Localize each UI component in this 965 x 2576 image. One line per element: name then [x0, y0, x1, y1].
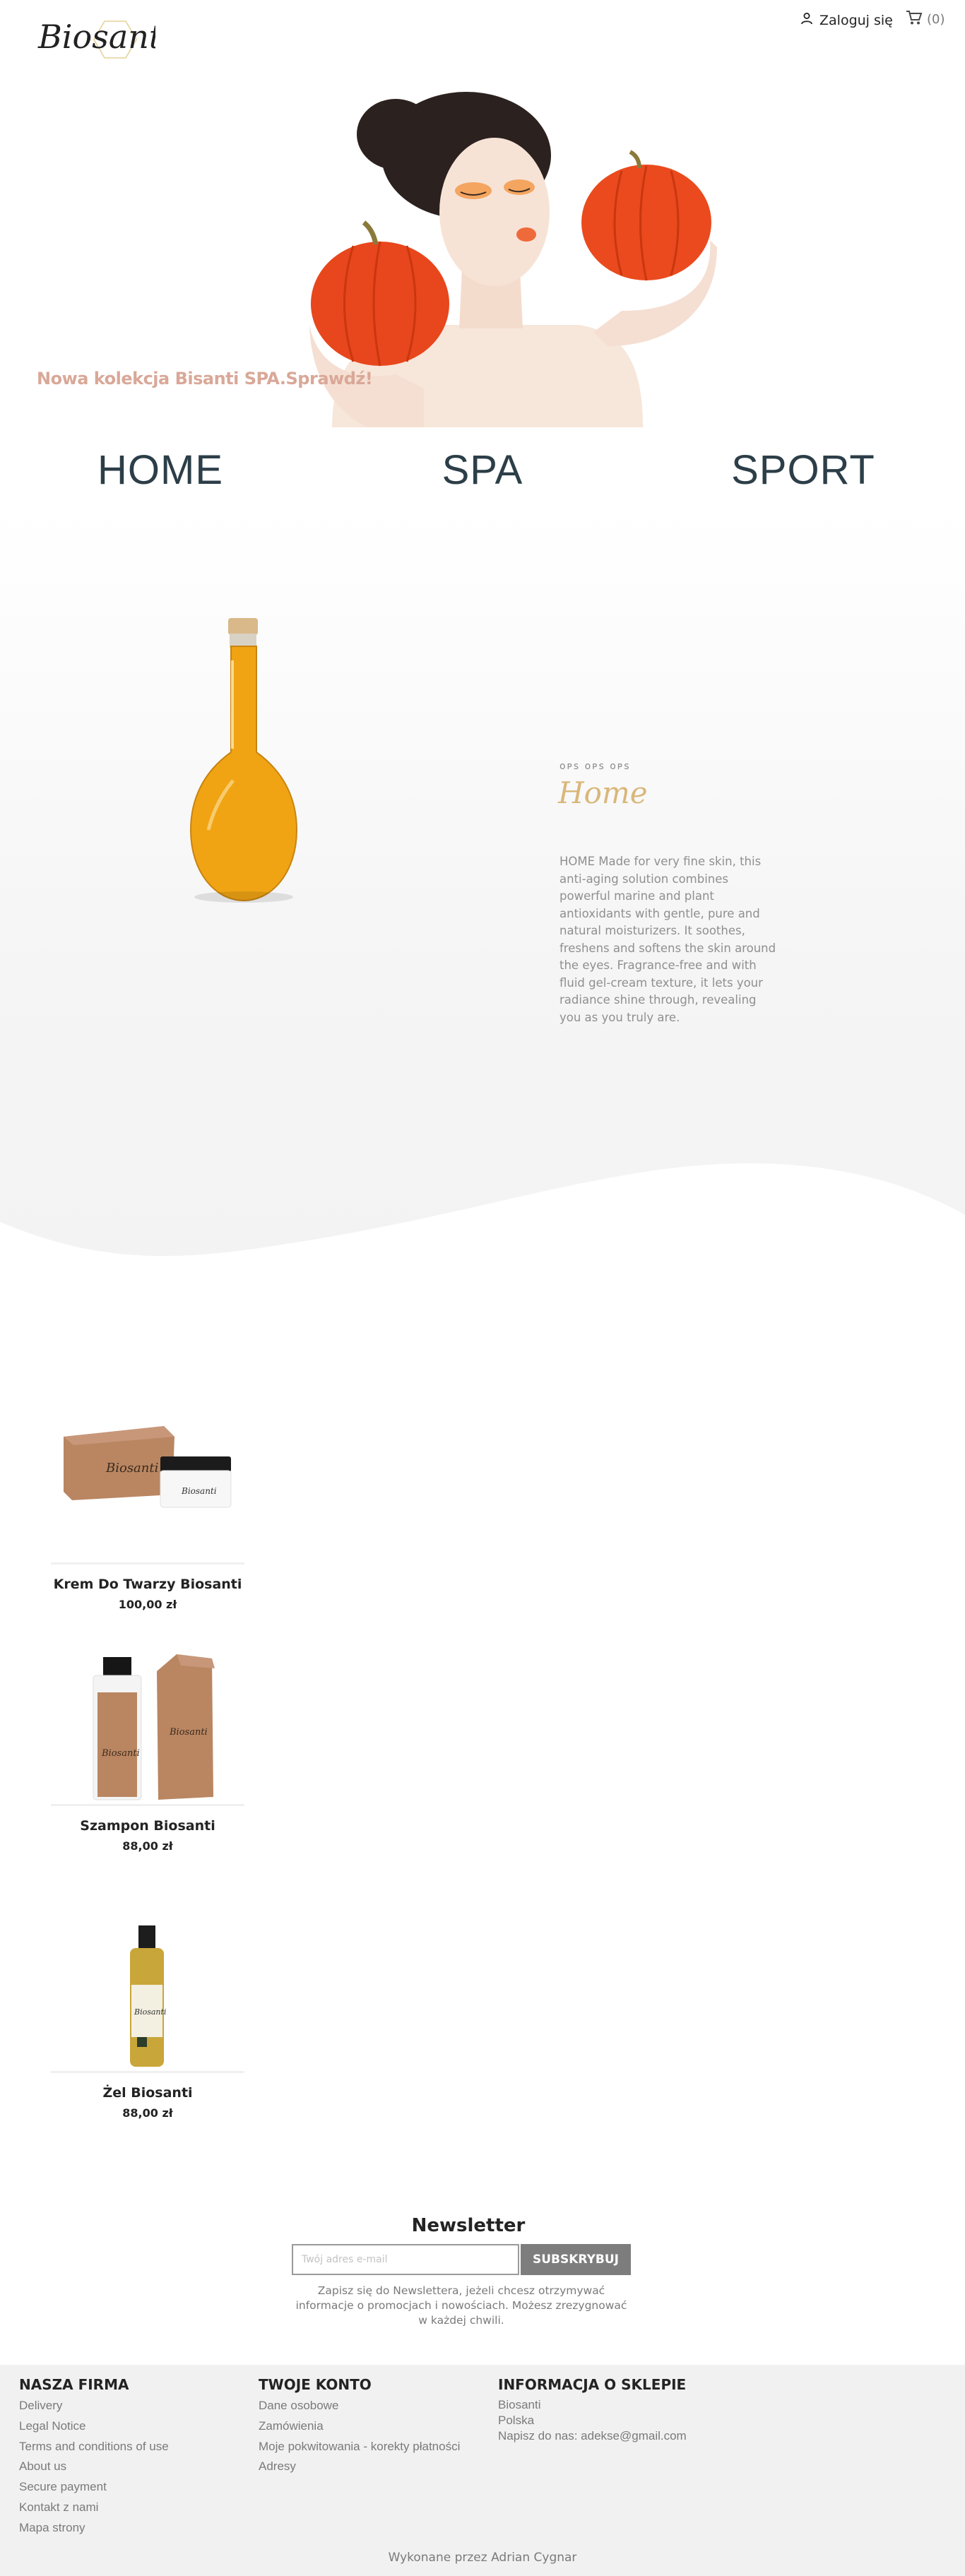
footer-link[interactable]: Terms and conditions of use: [19, 2437, 245, 2457]
newsletter-placeholder: Twój adres e-mail: [302, 2254, 388, 2265]
product-price: 100,00 zł: [118, 1598, 177, 1611]
newsletter-title: Newsletter: [411, 2215, 526, 2236]
cart-icon: [906, 10, 923, 29]
svg-text:Biosanti: Biosanti: [181, 1486, 217, 1496]
svg-text:Biosanti: Biosanti: [101, 1748, 140, 1759]
product-name[interactable]: Żel Biosanti: [51, 2085, 244, 2101]
hero-tagline[interactable]: Nowa kolekcja Bisanti SPA.Sprawdź!: [37, 369, 373, 388]
newsletter-email-input[interactable]: Twój adres e-mail: [292, 2244, 519, 2275]
footer-col-title: INFORMACJA O SKLEPIE: [498, 2376, 687, 2393]
footer-credit[interactable]: Wykonane przez Adrian Cygnar: [0, 2551, 965, 2565]
footer-link[interactable]: Secure payment: [19, 2477, 245, 2498]
svg-text:Biosanti: Biosanti: [134, 2007, 166, 2017]
footer-link[interactable]: Zamówienia: [259, 2416, 492, 2437]
product-image[interactable]: Biosanti Biosanti: [51, 1408, 244, 1560]
footer-col-account: TWOJE KONTO Dane osobowe Zamówienia Moje…: [259, 2376, 492, 2477]
login-label[interactable]: Zaloguj się: [819, 13, 893, 28]
footer-link[interactable]: Dane osobowe: [259, 2396, 492, 2416]
footer-col-company: NASZA FIRMA Delivery Legal Notice Terms …: [19, 2376, 245, 2539]
oil-bottle-image: [187, 618, 300, 908]
product-price: 88,00 zł: [122, 2106, 173, 2120]
footer-link[interactable]: Delivery: [19, 2396, 245, 2416]
biosanti-logo[interactable]: Biosanti: [35, 6, 172, 73]
product-name[interactable]: Krem Do Twarzy Biosanti: [51, 1577, 244, 1592]
cart-count: (0): [927, 12, 945, 27]
wave-divider: [0, 1163, 965, 1300]
store-email[interactable]: Napisz do nas: adekse@gmail.com: [498, 2428, 781, 2444]
product-price: 88,00 zł: [122, 1839, 173, 1853]
svg-text:Biosanti: Biosanti: [105, 1461, 158, 1476]
cart-link[interactable]: (0): [906, 10, 945, 29]
nav-spa[interactable]: SPA: [377, 438, 588, 501]
newsletter-note: Zapisz się do Newslettera, jeżeli chcesz…: [295, 2284, 627, 2327]
subscribe-button[interactable]: SUBSKRYBUJ: [521, 2244, 631, 2275]
feature-title: Home: [558, 776, 648, 810]
footer-col-title: NASZA FIRMA: [19, 2376, 129, 2393]
footer-link[interactable]: Moje pokwitowania - korekty płatności: [259, 2437, 492, 2457]
feature-description: HOME Made for very fine skin, this anti-…: [560, 855, 776, 1024]
user-icon: [800, 11, 814, 29]
store-country: Polska: [498, 2414, 535, 2427]
footer-link[interactable]: Mapa strony: [19, 2518, 245, 2539]
nav-sport[interactable]: SPORT: [697, 438, 909, 501]
product-name[interactable]: Szampon Biosanti: [51, 1818, 244, 1834]
feature-small-caps: ᴏᴩs ᴏᴩs ᴏᴩs: [560, 761, 631, 772]
footer-link[interactable]: About us: [19, 2457, 245, 2477]
product-image[interactable]: Biosanti Biosanti: [51, 1650, 244, 1802]
footer-link[interactable]: Adresy: [259, 2457, 492, 2477]
svg-text:Biosanti: Biosanti: [169, 1727, 208, 1738]
footer-link[interactable]: Kontakt z nami: [19, 2498, 245, 2518]
product-image[interactable]: Biosanti: [51, 1917, 244, 2069]
nav-home[interactable]: HOME: [54, 438, 266, 501]
store-name: Biosanti: [498, 2398, 541, 2411]
footer-link[interactable]: Legal Notice: [19, 2416, 245, 2437]
svg-text:Biosanti: Biosanti: [37, 18, 155, 56]
login-link[interactable]: Zaloguj się: [800, 11, 893, 29]
footer-col-store-info: INFORMACJA O SKLEPIE Biosanti Polska Nap…: [498, 2376, 781, 2444]
footer-col-title: TWOJE KONTO: [259, 2376, 372, 2393]
